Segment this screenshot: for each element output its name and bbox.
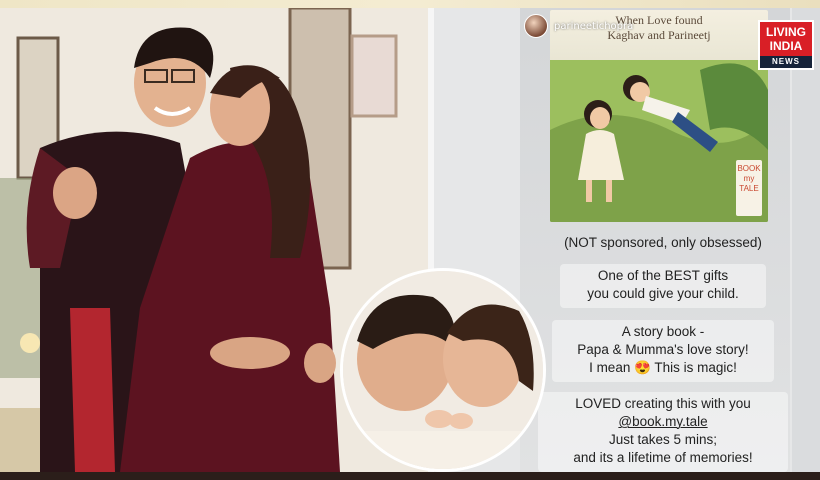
avatar[interactable] (524, 14, 548, 38)
story-username[interactable]: parineetichopra (554, 21, 633, 32)
logo-line3: NEWS (760, 56, 812, 68)
caption-gifts-line2: you could give your child. (587, 286, 739, 301)
caption-loved-line4: and its a lifetime of memories! (573, 450, 753, 465)
baby-photo-inset (340, 268, 546, 472)
logo-line1: LIVING (765, 25, 806, 39)
book-my-tale-logo: BOOK my TALE (736, 160, 762, 216)
storybook-cover: When Love found Kaghav and Parineetj BOO… (550, 10, 768, 222)
top-border (0, 0, 820, 8)
story-edge (792, 8, 820, 472)
bottom-border (0, 472, 820, 480)
caption-not-sponsored: (NOT sponsored, only obsessed) (564, 235, 762, 250)
logo-line2: INDIA (769, 39, 803, 53)
caption-storybook-line3: I mean 😍 This is magic! (589, 360, 737, 375)
logo-top: LIVING INDIA (760, 22, 812, 56)
caption-loved-line1: LOVED creating this with you (575, 396, 751, 411)
caption-storybook-line1: A story book - (621, 324, 705, 339)
story-header[interactable]: parineetichopra (524, 12, 633, 40)
caption-gifts-line1: One of the BEST gifts (597, 268, 729, 283)
living-india-news-logo: LIVING INDIA NEWS (758, 20, 814, 70)
caption-storybook-line2: Papa & Mumma's love story! (577, 342, 749, 357)
book-my-tale-tag[interactable]: @book.my.tale (534, 413, 792, 431)
caption-loved-line3: Just takes 5 mins; (608, 432, 718, 447)
